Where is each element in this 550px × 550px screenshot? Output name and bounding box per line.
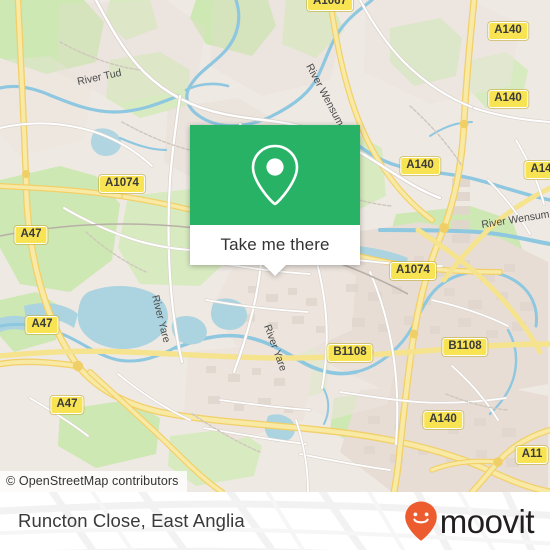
road-shield-a140: A140 [488,90,528,108]
road-shield-label: A47 [31,318,53,330]
road-shield-b1108: B1108 [442,338,488,356]
road-shield-a140: A140 [423,411,463,429]
moovit-wordmark: moovit [439,502,535,540]
road-shield-label: A140 [429,413,457,425]
road-shield-a47: A47 [50,396,84,414]
road-shield-a11: A11 [515,446,549,464]
road-shield-a47: A47 [14,226,48,244]
callout-pointer [264,265,286,276]
map-pin-icon [251,144,299,206]
road-shield-label: B1108 [448,340,482,352]
road-shield-label: A1074 [105,177,139,189]
callout-footer[interactable]: Take me there [190,225,360,276]
take-me-there-callout[interactable]: Take me there [190,125,360,276]
road-shield-a1074: A1074 [99,175,145,193]
road-shield-label: A140 [494,92,522,104]
road-shield-b1108: B1108 [327,344,373,362]
road-shield-label: A1067 [313,0,347,7]
road-shield-label: A47 [56,398,78,410]
moovit-logo[interactable]: moovit [404,500,535,542]
moovit-map-screenshot: .park { fill:#cde8b2; } .park2 { fill:#d… [0,0,550,550]
road-shield-a47: A47 [25,316,59,334]
road-shield-label: A47 [20,228,42,240]
road-shield-label: B1108 [333,346,367,358]
road-shield-a14: A14 [524,161,550,179]
road-shield-a140: A140 [488,22,528,40]
road-shield-label: A140 [406,159,434,171]
take-me-there-label: Take me there [220,235,330,254]
road-shield-a140: A140 [400,157,440,175]
place-name-label: Runcton Close, East Anglia [18,510,245,531]
road-shield-label: A11 [521,448,543,460]
road-shield-label: A1074 [396,264,430,276]
road-shield-label: A14 [530,163,550,175]
bottom-info-bar: Runcton Close, East Anglia moovit [0,492,550,550]
road-shield-label: A140 [494,24,522,36]
road-shield-a1067: A1067 [307,0,353,11]
callout-icon-panel [190,125,360,225]
road-shield-a1074: A1074 [390,262,436,280]
osm-attribution[interactable]: © OpenStreetMap contributors [0,471,187,492]
moovit-pin-icon [404,501,437,541]
